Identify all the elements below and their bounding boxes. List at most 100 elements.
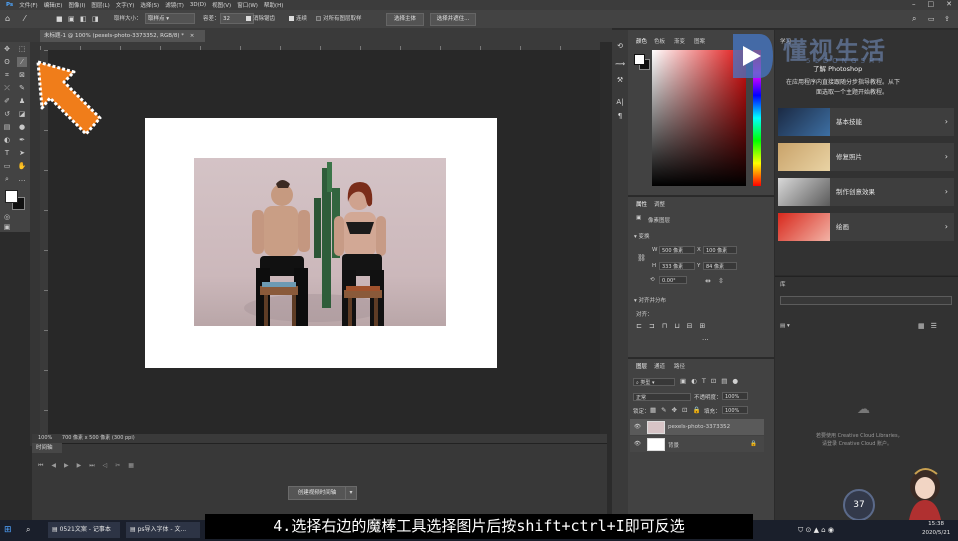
intersect-selection-icon[interactable]: ◨: [92, 14, 99, 24]
opacity-input[interactable]: 100%: [722, 392, 748, 400]
menu-type[interactable]: 文字(Y): [116, 1, 135, 9]
flip-vertical-icon[interactable]: ⇳: [718, 277, 724, 285]
menu-image[interactable]: 图像(I): [68, 1, 85, 9]
new-selection-icon[interactable]: ■: [56, 14, 63, 24]
taskbar-search-icon[interactable]: ⌕: [26, 522, 30, 538]
blur-tool-icon[interactable]: ●: [17, 122, 27, 132]
quick-mask-icon[interactable]: ◎: [2, 212, 12, 222]
eraser-tool-icon[interactable]: ◪: [17, 109, 27, 119]
windows-start-icon[interactable]: ⊞: [4, 522, 12, 538]
learn-card-fix-photo[interactable]: 修复照片 ›: [778, 143, 954, 171]
menu-window[interactable]: 窗口(W): [237, 1, 258, 9]
library-search-input[interactable]: [780, 296, 952, 305]
tab-layers[interactable]: 图层: [636, 362, 647, 370]
select-and-mask-button[interactable]: 选择并遮住...: [430, 13, 476, 26]
fill-input[interactable]: 100%: [722, 406, 748, 414]
minimize-button[interactable]: –: [912, 0, 916, 8]
system-clock[interactable]: 15:38 2020/5/21: [922, 520, 950, 538]
home-icon[interactable]: ⌂: [5, 14, 10, 24]
menu-select[interactable]: 选择(S): [140, 1, 159, 9]
maximize-button[interactable]: □: [928, 0, 935, 8]
layer-name[interactable]: pexels-photo-3373352: [668, 424, 730, 430]
tray-icons[interactable]: ⛉ ⊙ ▲ ⌂ ◉: [798, 522, 834, 538]
move-tool-icon[interactable]: ✥: [2, 44, 12, 54]
eyedropper-tool-icon[interactable]: ⤫: [2, 83, 12, 93]
brush-settings-icon[interactable]: ⟿: [614, 58, 626, 70]
paragraph-panel-icon[interactable]: ¶: [614, 110, 626, 122]
taskbar-app-notepad[interactable]: ▤ 0521文案 - 记事本: [48, 522, 120, 538]
close-window-button[interactable]: ✕: [946, 0, 952, 8]
pen-tool-icon[interactable]: ✒: [17, 135, 27, 145]
frame-tool-icon[interactable]: ⊠: [17, 70, 27, 80]
link-dimensions-icon[interactable]: ⛓: [637, 254, 646, 262]
magic-wand-preset-icon[interactable]: ⁄: [24, 14, 25, 24]
ps-logo-icon[interactable]: Ps: [6, 2, 13, 8]
learn-card-creative-effects[interactable]: 制作创意效果 ›: [778, 178, 954, 206]
color-panel-foreground-swatch[interactable]: [634, 54, 645, 65]
create-video-timeline-button[interactable]: 创建视频时间轴: [288, 486, 346, 500]
contiguous-checkbox[interactable]: 连续: [289, 14, 307, 24]
search-icon[interactable]: ⌕: [912, 14, 916, 24]
tab-swatches[interactable]: 色板: [654, 37, 665, 45]
menu-view[interactable]: 视图(V): [212, 1, 231, 9]
shape-tool-icon[interactable]: ▭: [2, 161, 12, 171]
stamp-tool-icon[interactable]: ♟: [17, 96, 27, 106]
tab-adjustments[interactable]: 调整: [654, 200, 665, 208]
zoom-tool-icon[interactable]: ⌕: [2, 174, 12, 184]
antialias-checkbox[interactable]: 消除锯齿: [246, 14, 275, 24]
layer-filter-icons[interactable]: ▣◐T⊡▤●: [680, 377, 743, 385]
tab-color[interactable]: 颜色: [636, 37, 647, 45]
subtract-selection-icon[interactable]: ◧: [80, 14, 87, 24]
tab-properties[interactable]: 属性: [636, 200, 647, 208]
zoom-level[interactable]: 100%: [38, 435, 52, 441]
x-input[interactable]: 100 像素: [703, 246, 737, 254]
layer-row[interactable]: 👁 背景 🔒: [630, 436, 764, 452]
healing-brush-icon[interactable]: ✎: [17, 83, 27, 93]
layer-name[interactable]: 背景: [668, 441, 679, 449]
lasso-tool-icon[interactable]: ʘ: [2, 57, 12, 67]
foreground-color-swatch[interactable]: [5, 190, 18, 203]
tool-presets-icon[interactable]: ⚒: [614, 74, 626, 86]
transform-section-header[interactable]: ▾ 变换: [634, 232, 650, 240]
learn-card-basic-skills[interactable]: 基本技能 ›: [778, 108, 954, 136]
brush-tool-icon[interactable]: ✐: [2, 96, 12, 106]
document-tab[interactable]: 未标题-1 @ 100% (pexels-photo-3373352, RGB/…: [40, 30, 205, 42]
share-icon[interactable]: ⇪: [944, 14, 950, 24]
timeline-playback-controls[interactable]: ⏮◀▶▶⏭◁✂▦: [38, 462, 142, 470]
library-view-icons[interactable]: ▦☰: [918, 322, 943, 330]
crop-tool-icon[interactable]: ⌗: [2, 70, 12, 80]
tab-gradients[interactable]: 渐变: [674, 37, 685, 45]
visibility-eye-icon[interactable]: 👁: [634, 424, 641, 430]
blend-mode-dropdown[interactable]: 正常: [633, 393, 691, 401]
history-brush-icon[interactable]: ↺: [2, 109, 12, 119]
type-tool-icon[interactable]: T: [2, 148, 12, 158]
layer-filter-dropdown[interactable]: ⌕ 类型 ▾: [633, 378, 675, 386]
y-input[interactable]: 84 像素: [703, 262, 737, 270]
flip-horizontal-icon[interactable]: ⇹: [705, 277, 711, 285]
menu-3d[interactable]: 3D(D): [190, 2, 206, 8]
align-buttons-row[interactable]: ⊏⊐⊓⊔⊟⊞: [636, 322, 712, 330]
gradient-tool-icon[interactable]: ▤: [2, 122, 12, 132]
character-panel-icon[interactable]: A|: [614, 96, 626, 108]
angle-input[interactable]: 0.00°: [659, 276, 687, 284]
sample-size-dropdown[interactable]: 取样点 ▾: [145, 13, 195, 24]
path-selection-icon[interactable]: ➤: [17, 148, 27, 158]
menu-file[interactable]: 文件(F): [19, 1, 37, 9]
width-input[interactable]: 500 像素: [659, 246, 695, 254]
screen-mode-icon[interactable]: ▣: [2, 222, 12, 232]
photo-layer-image[interactable]: [194, 158, 446, 326]
library-dropdown[interactable]: ▤ ▾: [780, 323, 790, 329]
marquee-tool-icon[interactable]: ⬚: [17, 44, 27, 54]
more-tools-icon[interactable]: …: [17, 174, 27, 184]
workspace-icon[interactable]: ▭: [928, 14, 935, 24]
select-subject-button[interactable]: 选择主体: [386, 13, 424, 26]
tab-channels[interactable]: 通道: [654, 362, 665, 370]
dodge-tool-icon[interactable]: ◐: [2, 135, 12, 145]
tab-libraries[interactable]: 库: [780, 280, 786, 288]
align-section-header[interactable]: ▾ 对齐并分布: [634, 296, 666, 304]
learn-card-painting[interactable]: 绘画 ›: [778, 213, 954, 241]
add-selection-icon[interactable]: ▣: [68, 14, 75, 24]
taskbar-app-word[interactable]: ▤ ps导入字体 - 文...: [126, 522, 200, 538]
timeline-dropdown-chevron-icon[interactable]: ▾: [345, 486, 357, 500]
menu-filter[interactable]: 滤镜(T): [165, 1, 184, 9]
